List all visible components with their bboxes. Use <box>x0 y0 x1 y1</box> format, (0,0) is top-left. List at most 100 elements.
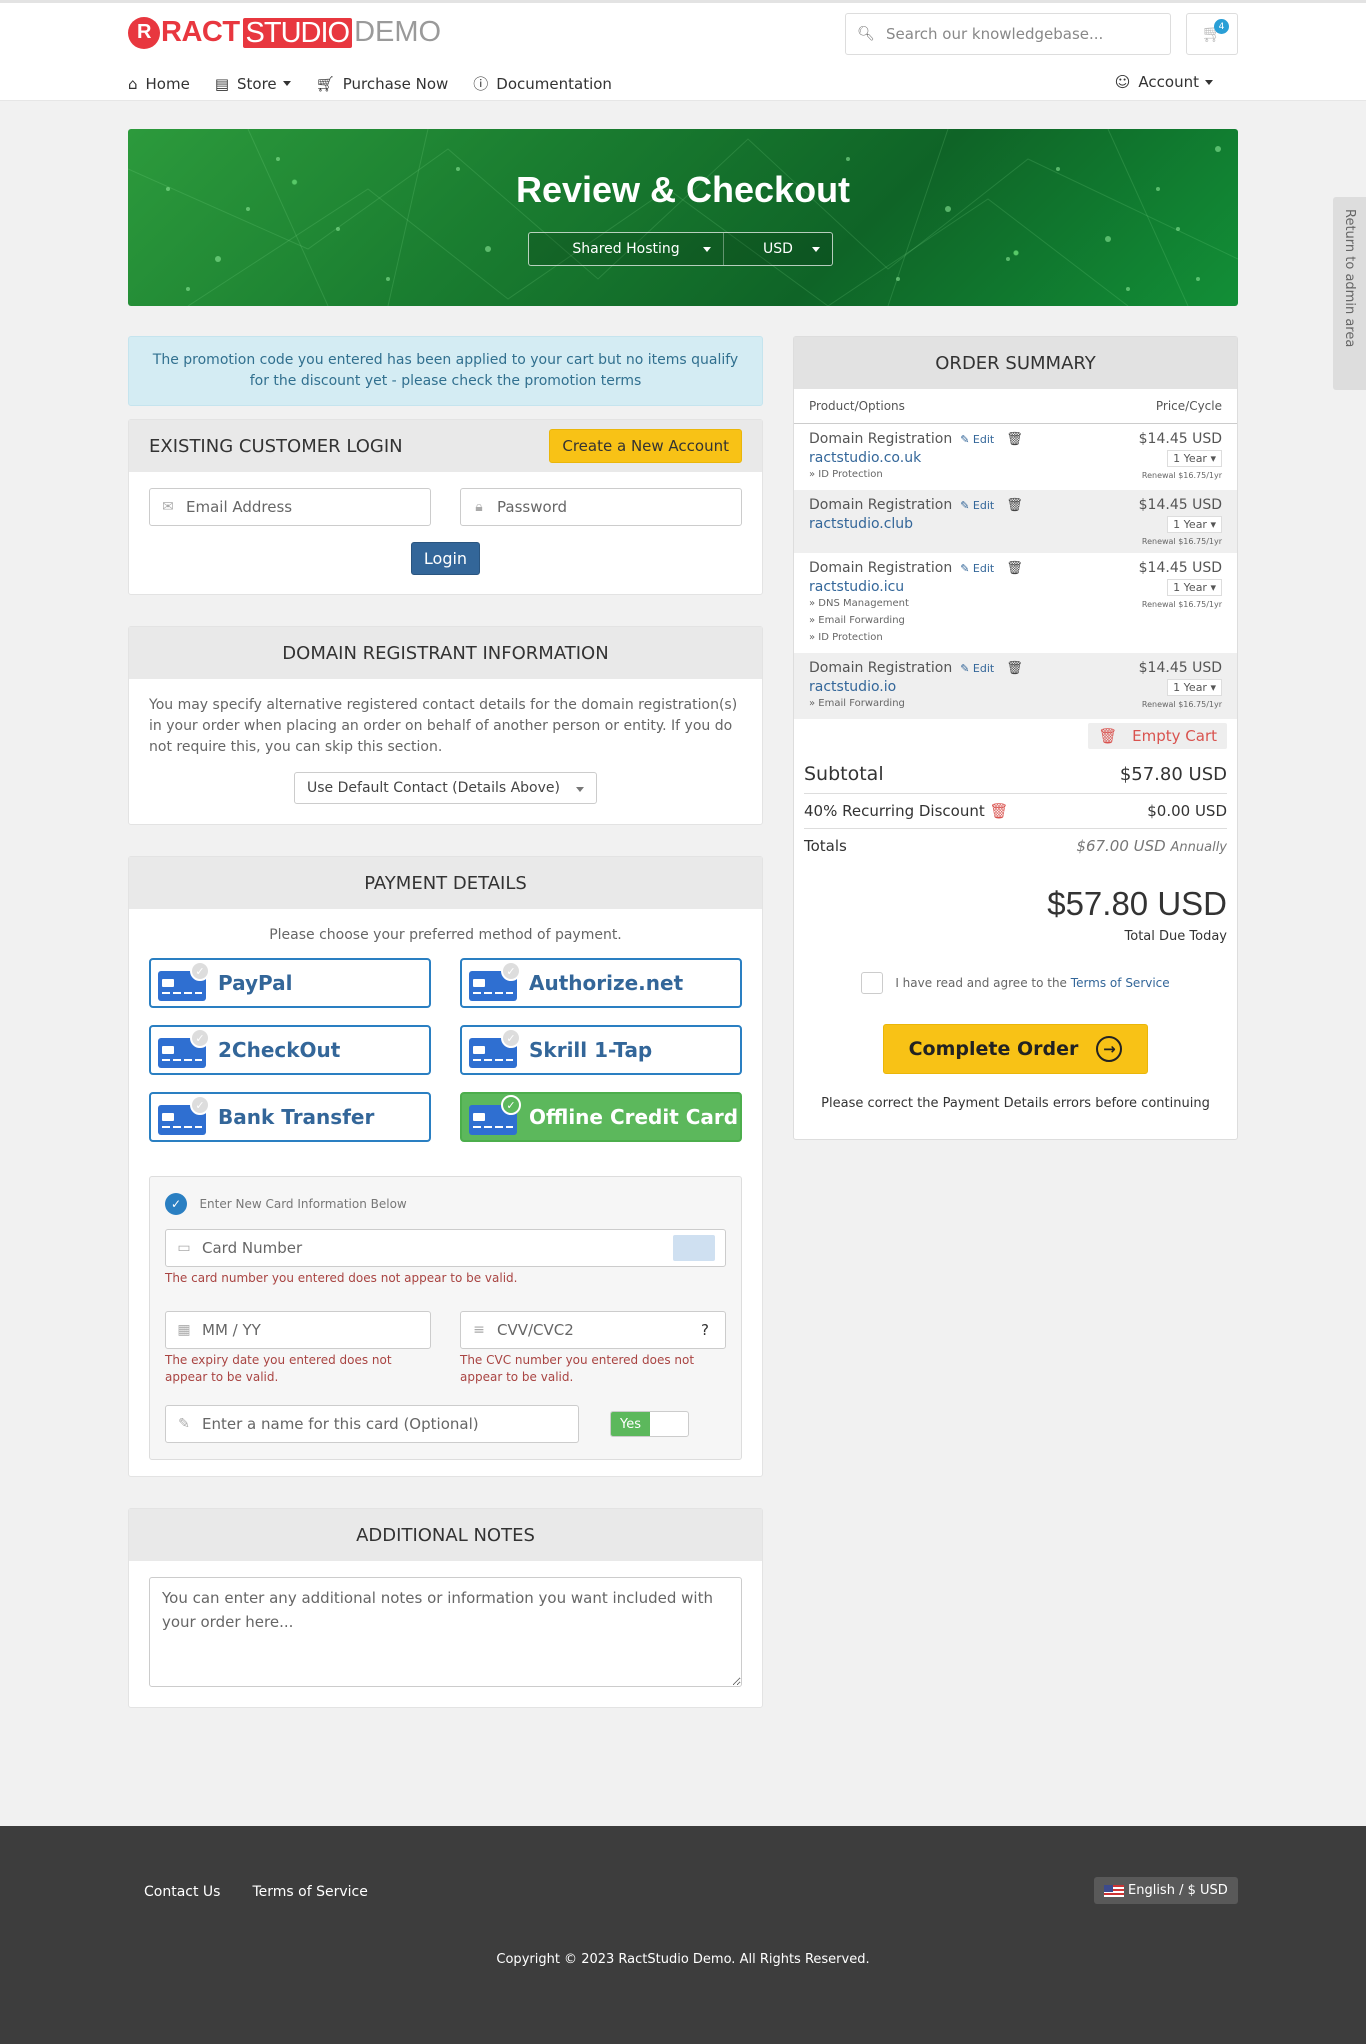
currency-select[interactable]: USD <box>724 233 832 265</box>
payment-error-warning: Please correct the Payment Details error… <box>821 1096 1210 1111</box>
edit-item-button[interactable]: ✎ Edit <box>960 662 994 675</box>
total-due-label: Total Due Today <box>1124 929 1227 944</box>
chevron-down-icon <box>703 247 711 252</box>
discount-label: 40% Recurring Discount <box>804 802 985 820</box>
cvv-help-icon[interactable]: ? <box>701 1321 725 1339</box>
item-price: $14.45 USD <box>1138 660 1222 676</box>
login-button[interactable]: Login <box>410 542 481 575</box>
login-title: EXISTING CUSTOMER LOGIN <box>149 435 403 457</box>
item-price: $14.45 USD <box>1138 431 1222 447</box>
edit-item-button[interactable]: ✎ Edit <box>960 499 994 512</box>
payment-method-bank-transfer[interactable]: ✓ Bank Transfer <box>149 1092 431 1142</box>
item-cycle: 1 Year <box>1173 681 1207 694</box>
password-input[interactable] <box>497 498 741 516</box>
payment-method-label: 2CheckOut <box>218 1038 341 1062</box>
trash-icon[interactable]: 🗑︎ <box>1006 498 1023 513</box>
totals-cycle: Annually <box>1170 840 1228 855</box>
item-domain: ractstudio.io <box>809 679 897 695</box>
payment-method-offline-credit-card[interactable]: ✓ Offline Credit Card <box>460 1092 742 1142</box>
footer-link-terms[interactable]: Terms of Service <box>252 1884 367 1900</box>
item-cycle-select[interactable]: 1 Year ▾ <box>1167 450 1222 467</box>
home-icon: ⌂ <box>128 74 138 93</box>
registrant-contact-select[interactable]: Use Default Contact (Details Above) <box>294 772 597 804</box>
payment-method-skrill[interactable]: ✓ Skrill 1-Tap <box>460 1025 742 1075</box>
return-to-admin-tab[interactable]: Return to admin area <box>1333 197 1366 390</box>
new-card-radio[interactable]: ✓ <box>165 1193 187 1215</box>
col-price: Price/Cycle <box>1155 399 1222 413</box>
totals-value: $67.00 USD <box>1076 837 1166 855</box>
cvv-error: The CVC number you entered does not appe… <box>460 1353 695 1384</box>
item-cycle: 1 Year <box>1173 581 1207 594</box>
notes-textarea[interactable] <box>149 1577 742 1687</box>
nav-account[interactable]: ☺ Account <box>1115 73 1213 91</box>
item-name: Domain Registration <box>809 560 953 576</box>
login-panel-header: EXISTING CUSTOMER LOGIN Create a New Acc… <box>129 420 762 472</box>
cart-button[interactable]: 🛒︎ 4 <box>1186 13 1238 55</box>
discount-row: 40% Recurring Discount 🗑︎ $0.00 USD <box>804 794 1227 829</box>
cart-item: Domain Registration ✎ Edit 🗑︎ ractstudio.i… <box>794 653 1237 719</box>
nav-store[interactable]: ▤ Store <box>215 73 291 94</box>
remove-discount-icon[interactable]: 🗑︎ <box>990 802 1009 820</box>
edit-label: Edit <box>972 662 995 675</box>
nav-home[interactable]: ⌂ Home <box>128 73 190 94</box>
notes-panel: ADDITIONAL NOTES <box>128 1508 763 1708</box>
nav-purchase-now[interactable]: 🛒︎ Purchase Now <box>316 73 449 94</box>
cart-item: Domain Registration ✎ Edit 🗑︎ ractstudio.i… <box>794 553 1237 653</box>
tos-checkbox[interactable] <box>861 972 884 994</box>
item-cycle-select[interactable]: 1 Year ▾ <box>1167 516 1222 533</box>
language-currency-button[interactable]: English / $ USD <box>1094 1877 1238 1904</box>
trash-icon[interactable]: 🗑︎ <box>1006 561 1023 576</box>
category-select[interactable]: Shared Hosting <box>529 233 724 265</box>
item-domain: ractstudio.icu <box>809 579 905 595</box>
logo-studio: STUDIO <box>242 17 353 48</box>
payment-method-authorize-net[interactable]: ✓ Authorize.net <box>460 958 742 1008</box>
trash-icon[interactable]: 🗑︎ <box>1006 432 1023 447</box>
card-name-input[interactable] <box>202 1415 578 1433</box>
email-input[interactable] <box>186 498 430 516</box>
card-number-field: ▭ <box>165 1229 726 1267</box>
empty-cart-button[interactable]: 🗑︎ Empty Cart <box>1088 723 1227 749</box>
user-icon: ☺ <box>1114 73 1131 91</box>
item-cycle-select[interactable]: 1 Year ▾ <box>1167 579 1222 596</box>
category-value: Shared Hosting <box>572 241 680 257</box>
card-number-input[interactable] <box>202 1239 673 1257</box>
expiry-field: ▦ <box>165 1311 431 1349</box>
chevron-down-icon <box>1205 79 1213 85</box>
card-details-form: ✓ Enter New Card Information Below ▭ The… <box>149 1176 742 1460</box>
save-card-toggle[interactable]: Yes <box>610 1411 689 1437</box>
site-header: R RACT STUDIO DEMO 🔍︎ 🛒︎ 4 ⌂ Home ▤ Store … <box>0 3 1366 101</box>
edit-item-button[interactable]: ✎ Edit <box>960 433 994 446</box>
cvv-field: ≡? <box>460 1311 726 1349</box>
cart-item: Domain Registration ✎ Edit 🗑︎ ractstudio.c… <box>794 424 1237 490</box>
expiry-input[interactable] <box>202 1321 430 1339</box>
payment-method-paypal[interactable]: ✓ PayPal <box>149 958 431 1008</box>
cart-icon: 🛒︎ <box>315 74 335 93</box>
nav-documentation[interactable]: ⓘ Documentation <box>473 73 612 94</box>
totals-row: Totals $67.00 USD Annually <box>804 829 1227 863</box>
item-domain: ractstudio.co.uk <box>809 450 922 466</box>
page-title: Review & Checkout <box>515 169 851 210</box>
item-name: Domain Registration <box>809 497 953 513</box>
payment-method-2checkout[interactable]: ✓ 2CheckOut <box>149 1025 431 1075</box>
footer-link-contact[interactable]: Contact Us <box>144 1884 220 1900</box>
item-cycle-select[interactable]: 1 Year ▾ <box>1167 679 1222 696</box>
logo-demo: DEMO <box>354 16 442 48</box>
cvv-input[interactable] <box>497 1321 701 1339</box>
main-nav: ⌂ Home ▤ Store 🛒︎ Purchase Now ⓘ Documentati… <box>128 73 1238 94</box>
edit-item-button[interactable]: ✎ Edit <box>960 562 994 575</box>
envelope-icon: ✉ <box>162 499 174 515</box>
credit-card-icon: ✓ <box>156 1095 210 1135</box>
notes-panel-header: ADDITIONAL NOTES <box>129 1509 762 1561</box>
item-renewal: Renewal $16.75/1yr <box>1141 471 1222 480</box>
search-input[interactable] <box>886 25 1170 43</box>
tos-link[interactable]: Terms of Service <box>1071 976 1170 990</box>
item-cycle: 1 Year <box>1173 518 1207 531</box>
nav-purchase-label: Purchase Now <box>342 74 449 93</box>
nav-account-label: Account <box>1138 73 1199 91</box>
create-account-button[interactable]: Create a New Account <box>549 429 742 463</box>
trash-icon[interactable]: 🗑︎ <box>1006 661 1023 676</box>
credit-card-icon: ✓ <box>467 1028 521 1068</box>
credit-card-icon: ✓ <box>156 1028 210 1068</box>
complete-order-button[interactable]: Complete Order → <box>883 1024 1148 1074</box>
brand-logo[interactable]: R RACT STUDIO DEMO <box>128 16 441 49</box>
